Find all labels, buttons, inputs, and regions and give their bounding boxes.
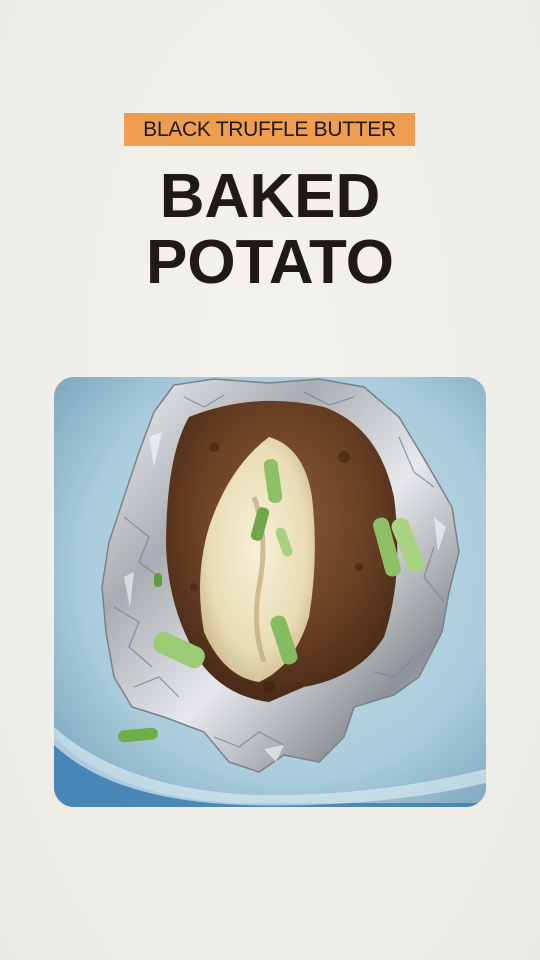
title-line-1: BAKED (159, 162, 381, 231)
baked-potato-photo (54, 377, 486, 807)
subtitle-badge: BLACK TRUFFLE BUTTER (124, 113, 415, 146)
recipe-card: BLACK TRUFFLE BUTTER BAKED POTATO (0, 0, 540, 960)
title-line-2: POTATO (146, 228, 394, 297)
potato-image (54, 377, 486, 807)
